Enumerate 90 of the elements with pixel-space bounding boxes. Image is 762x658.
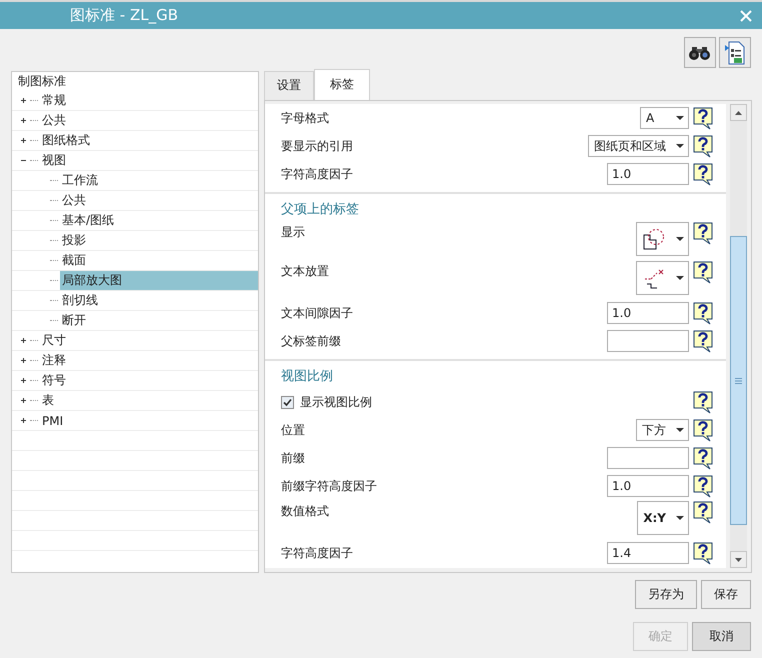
field-label: 数值格式 <box>281 503 329 520</box>
scrollbar[interactable] <box>730 104 747 568</box>
close-icon[interactable] <box>740 10 752 22</box>
document-button[interactable] <box>719 37 751 68</box>
window-title: 图标准 - ZL_GB <box>70 6 179 25</box>
tree-item[interactable]: 符号 <box>40 371 68 390</box>
help-icon[interactable] <box>693 302 713 324</box>
expand-icon[interactable] <box>19 376 28 385</box>
tab[interactable]: 设置 <box>264 71 314 100</box>
field-label: 字母格式 <box>281 110 329 126</box>
dialog-button[interactable]: 另存为 <box>635 580 697 609</box>
expand-icon[interactable] <box>19 96 28 105</box>
help-icon[interactable] <box>693 134 713 158</box>
dropdown-arrow-icon <box>676 276 684 280</box>
dropdown-arrow-icon <box>676 144 684 148</box>
help-icon[interactable] <box>693 162 713 186</box>
boundary-icon <box>642 228 666 250</box>
binoculars-icon <box>689 44 711 60</box>
dropdown[interactable]: X:Y <box>637 501 689 535</box>
expand-icon[interactable] <box>19 396 28 405</box>
tree-item[interactable]: 局部放大图 <box>60 271 258 290</box>
tree-item[interactable]: 表 <box>40 391 56 410</box>
help-icon[interactable] <box>693 222 713 245</box>
checkbox[interactable] <box>281 396 294 408</box>
tree-item[interactable]: 断开 <box>60 311 88 330</box>
field-label: 父标签前缀 <box>281 332 341 350</box>
field-label: 显示 <box>281 224 305 241</box>
field-label: 文本间隙因子 <box>281 304 353 322</box>
dropdown-arrow-icon <box>676 516 684 520</box>
input-field[interactable]: 1.4 <box>607 542 689 564</box>
dropdown-arrow-icon <box>676 237 684 241</box>
tree-item[interactable]: 公共 <box>60 191 88 210</box>
help-icon[interactable] <box>693 474 713 498</box>
expand-icon[interactable] <box>19 356 28 365</box>
tree-item[interactable]: 投影 <box>60 231 88 250</box>
tree-item[interactable]: 基本/图纸 <box>60 211 116 230</box>
tree-item[interactable]: 工作流 <box>60 171 100 190</box>
field-label: 字符高度因子 <box>281 544 353 562</box>
dialog-button[interactable]: 保存 <box>701 580 751 609</box>
tree-item[interactable]: 剖切线 <box>60 291 100 310</box>
dropdown-arrow-icon <box>676 116 684 120</box>
tree-item[interactable]: 公共 <box>40 111 68 130</box>
field-label: 前缀字符高度因子 <box>281 478 377 494</box>
help-icon[interactable] <box>693 330 713 352</box>
tree-item[interactable]: 视图 <box>40 151 68 170</box>
help-icon[interactable] <box>693 446 713 470</box>
help-icon[interactable] <box>693 418 713 442</box>
help-icon[interactable] <box>693 542 713 564</box>
dropdown[interactable] <box>636 222 689 256</box>
tree-item[interactable]: 截面 <box>60 251 88 270</box>
section-title: 父项上的标签 <box>281 201 360 219</box>
tree-item[interactable]: 图纸格式 <box>40 131 92 150</box>
scroll-down-icon[interactable] <box>730 551 747 568</box>
tab[interactable]: 标签 <box>314 69 370 100</box>
help-icon[interactable] <box>693 501 713 524</box>
expand-icon[interactable] <box>19 416 28 425</box>
field-label: 位置 <box>281 422 305 438</box>
dropdown-arrow-icon <box>676 428 684 432</box>
input-field[interactable] <box>607 330 689 352</box>
tree-item[interactable]: 注释 <box>40 351 68 370</box>
tree-item[interactable]: 尺寸 <box>40 331 68 350</box>
help-icon[interactable] <box>693 106 713 130</box>
tree-item[interactable]: 制图标准 <box>16 72 68 91</box>
help-icon[interactable] <box>693 390 713 414</box>
expand-icon[interactable] <box>19 136 28 145</box>
field-label: 文本放置 <box>281 263 329 280</box>
section-title: 视图比例 <box>281 368 334 386</box>
checklist-document-icon <box>725 40 745 64</box>
input-field[interactable]: 1.0 <box>607 163 689 185</box>
field-label: 字符高度因子 <box>281 166 353 182</box>
dialog-button[interactable]: 取消 <box>692 622 751 651</box>
scroll-up-icon[interactable] <box>730 104 747 121</box>
field-label: 前缀 <box>281 450 305 466</box>
dropdown[interactable]: 图纸页和区域 <box>588 135 689 157</box>
tree-item[interactable]: 常规 <box>40 91 68 110</box>
tree-item[interactable]: PMI <box>40 412 66 428</box>
expand-icon[interactable] <box>19 336 28 345</box>
dropdown[interactable]: A <box>640 107 689 129</box>
dropdown[interactable] <box>636 261 689 295</box>
expand-icon[interactable] <box>19 116 28 125</box>
help-icon[interactable] <box>693 261 713 284</box>
input-field[interactable]: 1.0 <box>607 302 689 324</box>
input-field[interactable]: 1.0 <box>607 475 689 497</box>
scroll-thumb[interactable] <box>730 236 747 525</box>
checkbox-label: 显示视图比例 <box>300 394 372 410</box>
binoculars-button[interactable] <box>684 37 716 68</box>
leader-icon <box>642 267 666 289</box>
field-label: 要显示的引用 <box>281 138 353 154</box>
input-field[interactable] <box>607 447 689 469</box>
dropdown[interactable]: 下方 <box>636 419 689 441</box>
